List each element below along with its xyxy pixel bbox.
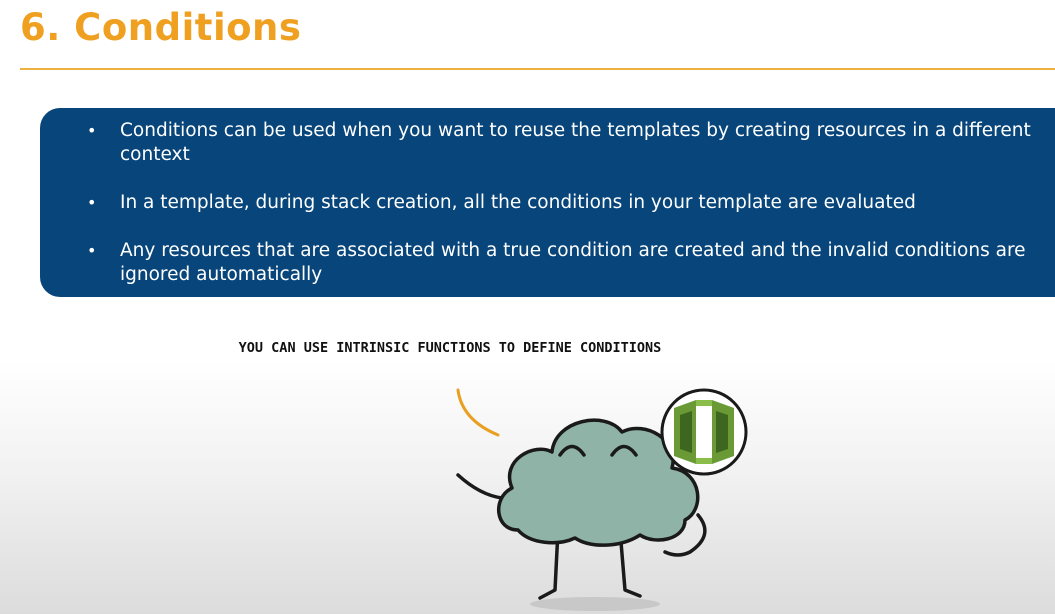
bullet-panel: • Conditions can be used when you want t… [40, 108, 1055, 297]
left-arm [456, 473, 504, 500]
cloud-mascot-illustration [456, 388, 748, 611]
bullet-dot: • [87, 121, 97, 140]
bullet-text: Conditions can be used when you want to … [120, 120, 1031, 165]
slide-title: 6. Conditions [20, 6, 302, 49]
bullet-text: Any resources that are associated with a… [120, 240, 1026, 285]
speech-tail [456, 388, 500, 437]
title-divider [20, 68, 1055, 70]
speech-bubble-text: YOU CAN USE INTRINSIC FUNCTIONS TO DEFIN… [238, 340, 662, 356]
ground-shadow [530, 597, 660, 611]
bullet-dot: • [87, 241, 97, 260]
bullet-text: In a template, during stack creation, al… [120, 192, 916, 213]
cloudformation-icon [660, 388, 748, 476]
bullet-dot: • [87, 193, 97, 212]
